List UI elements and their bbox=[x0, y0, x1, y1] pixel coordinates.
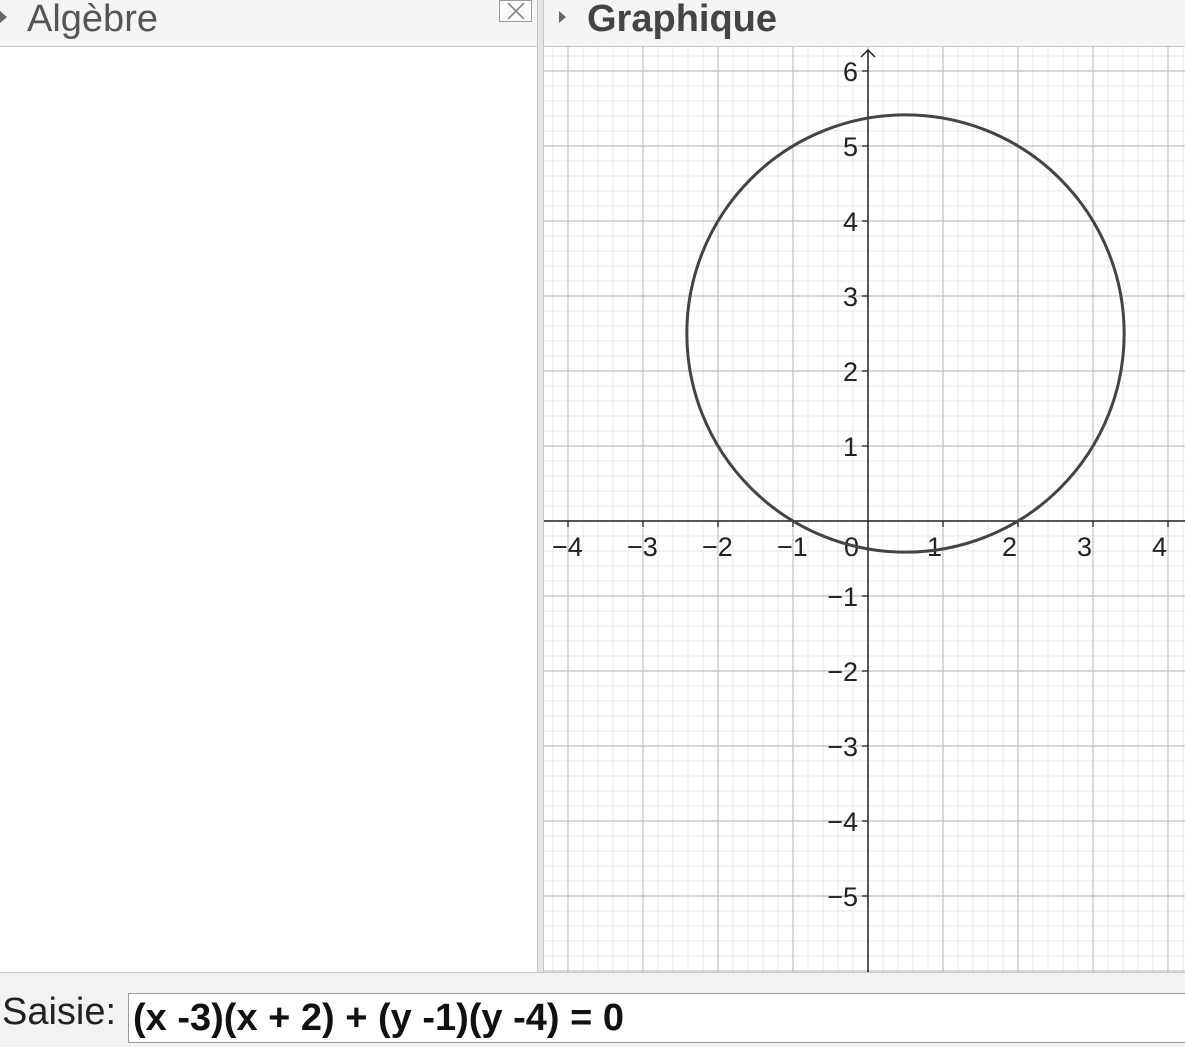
close-button[interactable] bbox=[499, 0, 532, 22]
x-tick-label: −2 bbox=[702, 532, 733, 562]
x-tick-label: −3 bbox=[627, 532, 658, 562]
x-tick-label: −4 bbox=[552, 532, 583, 562]
y-tick-label: −2 bbox=[827, 657, 858, 687]
close-icon bbox=[506, 2, 525, 20]
y-tick-label: 6 bbox=[843, 57, 858, 87]
axes bbox=[544, 48, 1185, 972]
graphics-view[interactable]: −4 −3 −2 −1 0 1 2 3 4 −5 −4 −3 −2 −1 1 2 3 4 5 6 Graphique bbox=[544, 0, 1185, 972]
y-tick-label: 5 bbox=[843, 132, 858, 162]
algebra-view: Algèbre bbox=[0, 0, 537, 972]
y-tick-label: 4 bbox=[843, 207, 858, 237]
y-tick-label: 1 bbox=[843, 432, 858, 462]
tick-labels: −4 −3 −2 −1 0 1 2 3 4−5−4−3−2−1123456 bbox=[552, 57, 1167, 912]
algebra-collapse-toggle-icon[interactable] bbox=[0, 11, 7, 23]
circle-curve bbox=[685, 113, 1126, 554]
algebra-header: Algèbre bbox=[0, 0, 537, 47]
graph-canvas[interactable]: −4 −3 −2 −1 0 1 2 3 4−5−4−3−2−1123456 bbox=[544, 0, 1185, 972]
x-tick-label: 1 bbox=[927, 532, 942, 562]
y-tick-label: 2 bbox=[843, 357, 858, 387]
y-tick-label: −4 bbox=[827, 807, 858, 837]
graphics-title: Graphique bbox=[587, 0, 778, 40]
y-tick-label: −1 bbox=[827, 582, 858, 612]
x-tick-label: −1 bbox=[777, 532, 808, 562]
geogebra-window: Algèbre −4 −3 −2 −1 0 1 2 3 4 −5 −4 −3 −2 −1 1 2 3 4 5 6 Gr… bbox=[0, 0, 1185, 1047]
input-bar: Saisie: bbox=[0, 972, 1185, 1047]
algebra-title: Algèbre bbox=[27, 0, 158, 40]
y-tick-label: −3 bbox=[827, 732, 858, 762]
y-tick-label: 3 bbox=[843, 282, 858, 312]
x-tick-label: 4 bbox=[1152, 532, 1167, 562]
graphics-header: Graphique bbox=[544, 0, 1185, 47]
input-field[interactable] bbox=[128, 993, 1185, 1043]
x-tick-label: 2 bbox=[1002, 532, 1017, 562]
x-tick-label: 3 bbox=[1077, 532, 1092, 562]
panel-splitter[interactable] bbox=[537, 0, 544, 972]
y-tick-label: −5 bbox=[827, 882, 858, 912]
graphics-collapse-toggle-icon[interactable] bbox=[559, 11, 566, 23]
curves bbox=[685, 113, 1126, 554]
input-label: Saisie: bbox=[2, 991, 117, 1033]
